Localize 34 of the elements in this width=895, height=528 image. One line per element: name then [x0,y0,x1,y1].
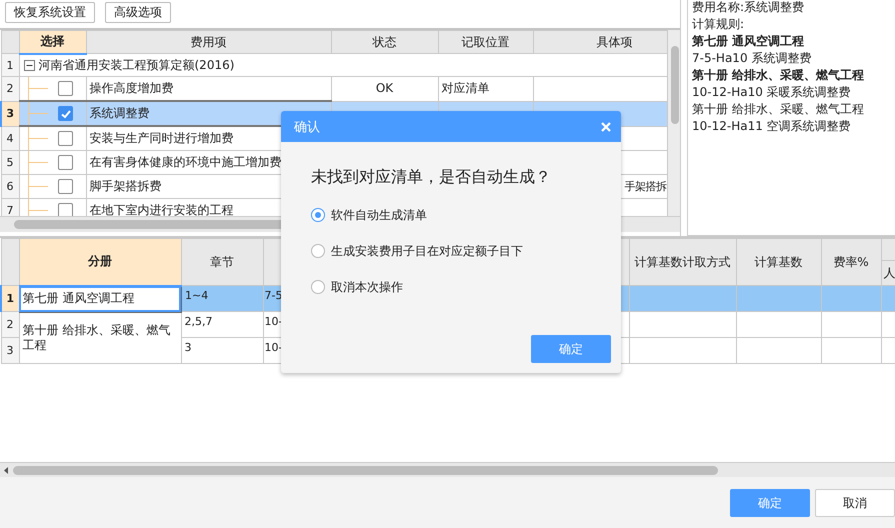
quota-text: 10- [264,315,282,328]
detail-text: 手架搭拆 [624,180,666,193]
fee-name: 安装与生产同时进行增加费 [90,131,234,145]
row-number: 5 [1,150,19,174]
row-number: 4 [1,126,19,150]
fee-name: 操作高度增加费 [90,81,174,95]
row-number: 3 [1,101,19,126]
info-line: 第十册 给排水、采暖、燃气工程 [692,102,865,118]
info-line: 计算规则: [692,17,746,33]
info-line: 10-12-Ha10 采暖系统调整费 [692,85,852,101]
info-line: 10-12-Ha11 空调系统调整费 [692,119,852,135]
info-line: 第十册 给排水、采暖、燃气工程 [692,68,866,84]
row-number: 2 [1,312,19,338]
fee-name: 在有害身体健康的环境中施工增加费 [90,155,282,169]
status-text: OK [376,81,394,96]
row-number: 3 [1,338,19,364]
row-number: 1 [1,286,19,312]
info-line: 7-5-Ha10 系统调整费 [692,51,812,67]
quota-text: 7-5 [264,289,282,302]
row-number: 6 [1,174,19,198]
row-number: 2 [1,76,19,101]
fee-name: 在地下室内进行安装的工程 [90,203,234,216]
chapter-text: 1~4 [185,289,208,302]
fee-name: 脚手架搭拆费 [90,179,162,193]
chapter-text: 3 [184,341,192,354]
info-line: 第七册 通风空调工程 [692,34,806,50]
quota-text: 10- [264,341,282,354]
info-line: 费用名称:系统调整费 [692,0,806,16]
row-number: 7 [1,198,19,216]
position-text: 对应清单 [442,81,490,96]
row-number: 1 [1,54,19,76]
chapter-text: 2,5,7 [184,315,212,328]
fee-name: 系统调整费 [90,106,150,120]
tree-root-label: 河南省通用安装工程预算定额(2016) [38,58,234,72]
